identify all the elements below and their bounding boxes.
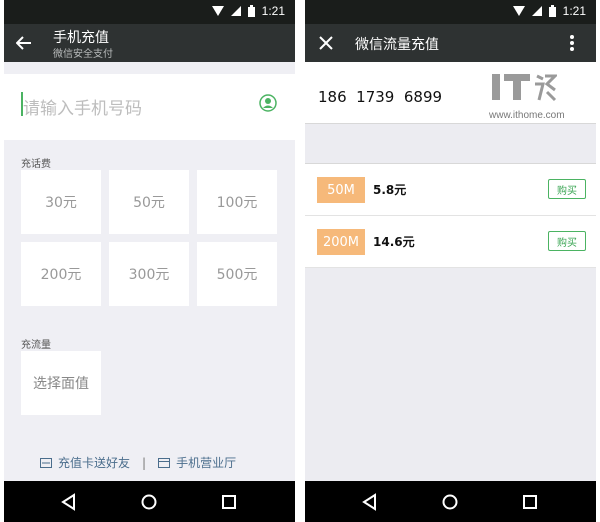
more-options-icon[interactable]: [569, 34, 575, 52]
close-icon[interactable]: [319, 36, 333, 50]
footer-divider: |: [142, 455, 147, 470]
wifi-icon: [211, 6, 224, 16]
package-size-tag: 200M: [317, 229, 365, 255]
package-price: 14.6元: [373, 235, 415, 249]
status-time: 1:21: [261, 4, 285, 18]
store-icon: [158, 457, 171, 468]
nav-back-icon[interactable]: [60, 493, 78, 511]
nav-home-icon[interactable]: [441, 493, 459, 511]
left-phone-screen: 1:21 手机充值 微信安全支付 请输入手机号码 充话费 30元 50元 100…: [4, 0, 295, 522]
right-phone-screen: 1:21 微信流量充值 186 1739 6899 50M 5.8元 购买 20…: [305, 0, 596, 522]
contact-icon[interactable]: [259, 94, 277, 112]
gift-card-link[interactable]: 充值卡送好友: [58, 454, 130, 471]
amount-option-100[interactable]: 100元: [197, 170, 277, 234]
status-time: 1:21: [562, 4, 586, 18]
recharge-section-label: 充话费: [21, 159, 51, 170]
amount-option-300[interactable]: 300元: [109, 242, 189, 306]
phone-number: 186 1739 6899: [318, 88, 443, 106]
data-package-row[interactable]: 200M 14.6元 购买: [305, 216, 596, 268]
ithome-logo: [492, 74, 557, 102]
watermark-url: www.ithome.com: [489, 110, 565, 121]
signal-icon: [230, 6, 241, 16]
page-title: 手机充值: [53, 30, 109, 46]
title-bar: 微信流量充值: [305, 24, 596, 62]
package-size-tag: 50M: [317, 177, 365, 203]
android-nav-bar: [305, 481, 596, 522]
nav-recents-icon[interactable]: [220, 493, 238, 511]
battery-icon: [247, 5, 255, 17]
page-subtitle: 微信安全支付: [53, 49, 113, 60]
amount-option-500[interactable]: 500元: [197, 242, 277, 306]
footer-links: 充值卡送好友 | 手机营业厅: [40, 454, 236, 471]
nav-home-icon[interactable]: [140, 493, 158, 511]
amount-option-30[interactable]: 30元: [21, 170, 101, 234]
amount-option-200[interactable]: 200元: [21, 242, 101, 306]
buy-button[interactable]: 购买: [548, 179, 586, 199]
package-price: 5.8元: [373, 183, 407, 197]
card-icon: [40, 457, 52, 468]
select-data-amount-button[interactable]: 选择面值: [21, 351, 101, 415]
status-bar: 1:21: [305, 0, 596, 24]
nav-recents-icon[interactable]: [521, 493, 539, 511]
ithome-watermark: www.ithome.com: [483, 70, 593, 130]
battery-icon: [548, 5, 556, 17]
phone-number-input[interactable]: 请输入手机号码: [23, 94, 142, 119]
data-section-label: 充流量: [21, 340, 51, 351]
android-nav-bar: [4, 481, 295, 522]
data-package-row[interactable]: 50M 5.8元 购买: [305, 164, 596, 216]
buy-button[interactable]: 购买: [548, 231, 586, 251]
status-bar: 1:21: [4, 0, 295, 24]
phone-input-row: 请输入手机号码: [4, 74, 295, 140]
page-title: 微信流量充值: [355, 37, 439, 53]
signal-icon: [531, 6, 542, 16]
mobile-hall-link[interactable]: 手机营业厅: [176, 454, 236, 471]
amount-option-50[interactable]: 50元: [109, 170, 189, 234]
wifi-icon: [512, 6, 525, 16]
title-bar: 手机充值 微信安全支付: [4, 24, 295, 62]
back-arrow-icon[interactable]: [16, 36, 32, 50]
nav-back-icon[interactable]: [361, 493, 379, 511]
